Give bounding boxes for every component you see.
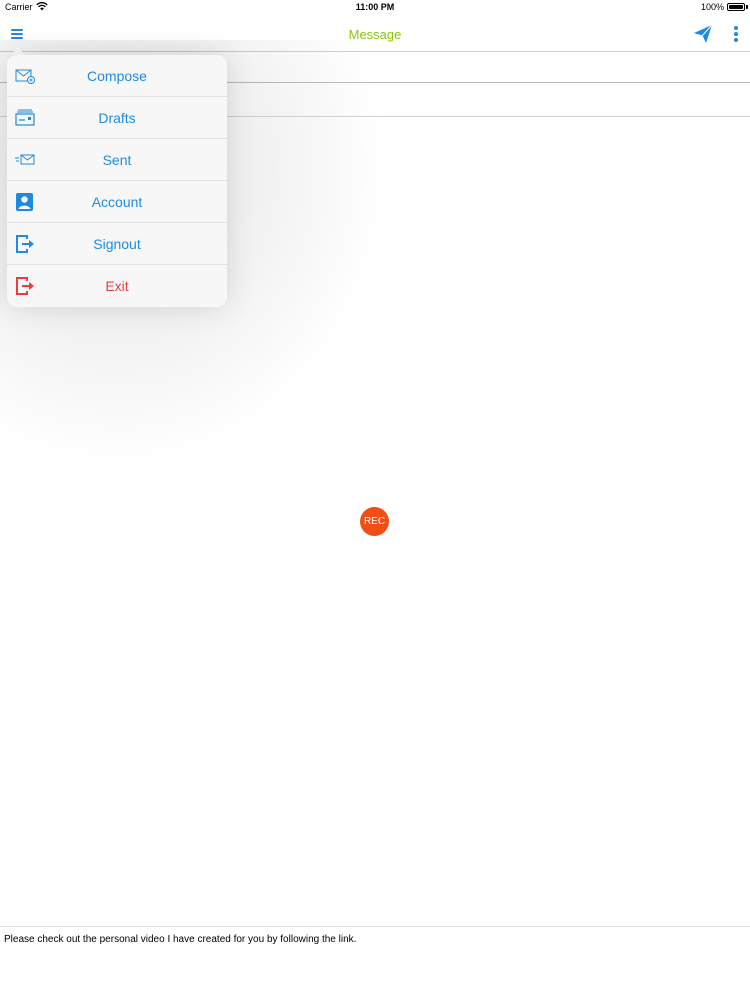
menu-item-label: Sent bbox=[102, 152, 132, 168]
menu-item-label: Signout bbox=[93, 236, 141, 252]
message-body-text[interactable]: Please check out the personal video I ha… bbox=[4, 934, 356, 945]
status-bar: Carrier 11:00 PM 100% bbox=[0, 0, 750, 16]
menu-item-sent[interactable]: Sent bbox=[7, 139, 227, 181]
menu-item-signout[interactable]: Signout bbox=[7, 223, 227, 265]
menu-item-exit[interactable]: Exit bbox=[7, 265, 227, 307]
navigation-bar: Message bbox=[0, 16, 750, 52]
menu-item-account[interactable]: Account bbox=[7, 181, 227, 223]
battery-icon bbox=[727, 3, 745, 11]
record-button[interactable]: REC bbox=[360, 507, 389, 536]
page-title: Message bbox=[348, 27, 402, 42]
battery-tip bbox=[746, 5, 748, 9]
send-paper-plane-icon[interactable] bbox=[692, 23, 714, 45]
status-time: 11:00 PM bbox=[355, 2, 395, 12]
menu-item-label: Exit bbox=[105, 278, 129, 294]
menu-item-label: Drafts bbox=[98, 110, 136, 126]
battery-percentage: 100% bbox=[700, 2, 724, 12]
more-vertical-icon[interactable] bbox=[730, 23, 742, 45]
popover-arrow bbox=[11, 47, 25, 55]
menu-item-drafts[interactable]: Drafts bbox=[7, 97, 227, 139]
message-footer: Please check out the personal video I ha… bbox=[0, 926, 750, 1000]
menu-item-compose[interactable]: Compose bbox=[7, 55, 227, 97]
menu-item-label: Account bbox=[91, 194, 143, 210]
menu-item-label: Compose bbox=[87, 68, 147, 84]
navigation-menu-popover: Compose Drafts Sent Account Signout Exit bbox=[7, 55, 227, 307]
